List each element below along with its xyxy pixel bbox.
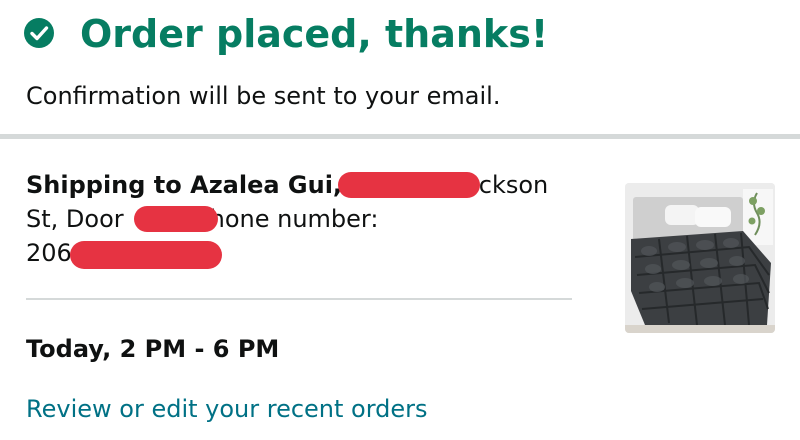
shipping-line-3: 206 xyxy=(26,236,586,270)
confirmation-message: Confirmation will be sent to your email. xyxy=(26,82,501,110)
shipping-line-2: St, Door hone number: xyxy=(26,202,586,236)
section-divider xyxy=(0,134,800,139)
shipping-door-label: St, Door xyxy=(26,205,124,233)
order-confirmation-page: Order placed, thanks! Confirmation will … xyxy=(0,0,800,440)
comforter-image-icon xyxy=(625,183,775,333)
shipping-address: Shipping to Azalea Gui, ackson St, Door ho… xyxy=(26,168,586,270)
redaction-mark xyxy=(70,241,222,269)
page-title: Order placed, thanks! xyxy=(80,12,549,56)
confirmation-header: Order placed, thanks! Confirmation will … xyxy=(0,0,800,134)
comforter-product-image[interactable] xyxy=(625,183,775,333)
redaction-mark xyxy=(338,172,480,198)
delivery-divider xyxy=(26,298,572,300)
delivery-window: Today, 2 PM - 6 PM xyxy=(26,335,280,363)
check-circle-icon xyxy=(24,18,54,48)
review-orders-link[interactable]: Review or edit your recent orders xyxy=(26,393,428,425)
redaction-mark xyxy=(134,206,218,232)
shipping-line-1: Shipping to Azalea Gui, ackson xyxy=(26,168,586,202)
shipping-phone-label: hone number: xyxy=(209,205,379,233)
shipping-recipient: Shipping to Azalea Gui, xyxy=(26,171,343,199)
shipping-phone-prefix: 206 xyxy=(26,239,72,267)
